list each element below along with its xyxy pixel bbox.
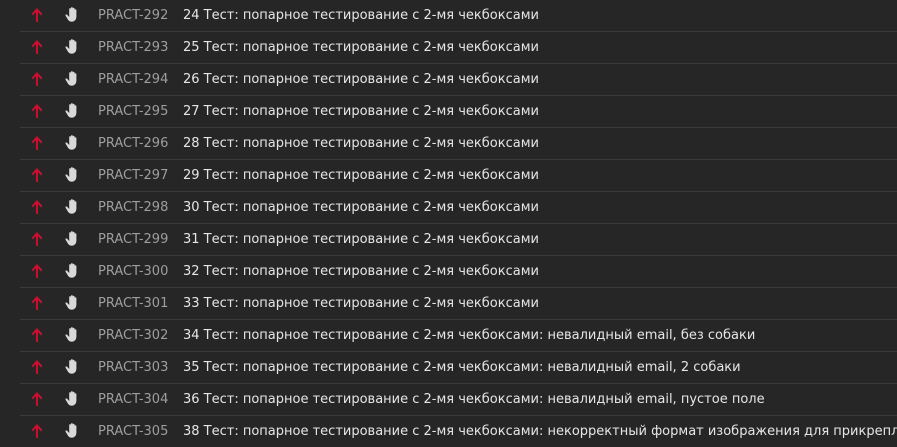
issue-title[interactable]: 35 Тест: попарное тестирование с 2-мя че… [183, 352, 741, 384]
hand-icon [64, 326, 80, 343]
hand-icon [64, 38, 80, 55]
issue-key[interactable]: PRACT-292 [98, 0, 168, 32]
hand-icon [64, 6, 80, 23]
arrow-up-icon [30, 295, 44, 311]
issue-title[interactable]: 32 Тест: попарное тестирование с 2-мя че… [183, 256, 539, 288]
arrow-up-icon [30, 135, 44, 151]
issue-row[interactable]: PRACT-292 24 Тест: попарное тестирование… [20, 0, 897, 32]
issue-title[interactable]: 24 Тест: попарное тестирование с 2-мя че… [183, 0, 539, 32]
issue-key[interactable]: PRACT-304 [98, 384, 168, 416]
issue-title[interactable]: 25 Тест: попарное тестирование с 2-мя че… [183, 32, 539, 64]
issue-row[interactable]: PRACT-299 31 Тест: попарное тестирование… [20, 224, 897, 256]
issue-row[interactable]: PRACT-300 32 Тест: попарное тестирование… [20, 256, 897, 288]
issue-title[interactable]: 26 Тест: попарное тестирование с 2-мя че… [183, 64, 539, 96]
hand-icon [64, 294, 80, 311]
issue-key[interactable]: PRACT-295 [98, 96, 168, 128]
issue-title[interactable]: 34 Тест: попарное тестирование с 2-мя че… [183, 320, 755, 352]
hand-icon [64, 358, 80, 375]
issue-row[interactable]: PRACT-294 26 Тест: попарное тестирование… [20, 64, 897, 96]
hand-icon [64, 230, 80, 247]
issue-row[interactable]: PRACT-295 27 Тест: попарное тестирование… [20, 96, 897, 128]
arrow-up-icon [30, 39, 44, 55]
issue-title[interactable]: 33 Тест: попарное тестирование с 2-мя че… [183, 288, 539, 320]
issue-title[interactable]: 28 Тест: попарное тестирование с 2-мя че… [183, 128, 539, 160]
arrow-up-icon [30, 327, 44, 343]
issue-row[interactable]: PRACT-293 25 Тест: попарное тестирование… [20, 32, 897, 64]
issue-key[interactable]: PRACT-303 [98, 352, 168, 384]
issue-key[interactable]: PRACT-300 [98, 256, 168, 288]
issue-key[interactable]: PRACT-305 [98, 416, 168, 447]
arrow-up-icon [30, 359, 44, 375]
arrow-up-icon [30, 391, 44, 407]
issue-title[interactable]: 31 Тест: попарное тестирование с 2-мя че… [183, 224, 539, 256]
issue-key[interactable]: PRACT-299 [98, 224, 168, 256]
arrow-up-icon [30, 263, 44, 279]
arrow-up-icon [30, 231, 44, 247]
arrow-up-icon [30, 199, 44, 215]
arrow-up-icon [30, 167, 44, 183]
hand-icon [64, 198, 80, 215]
hand-icon [64, 390, 80, 407]
hand-icon [64, 70, 80, 87]
hand-icon [64, 102, 80, 119]
issue-row[interactable]: PRACT-305 38 Тест: попарное тестирование… [20, 416, 897, 447]
arrow-up-icon [30, 7, 44, 23]
issue-title[interactable]: 38 Тест: попарное тестирование с 2-мя че… [183, 416, 897, 447]
issue-row[interactable]: PRACT-296 28 Тест: попарное тестирование… [20, 128, 897, 160]
issue-title[interactable]: 29 Тест: попарное тестирование с 2-мя че… [183, 160, 539, 192]
issue-key[interactable]: PRACT-302 [98, 320, 168, 352]
issue-title[interactable]: 36 Тест: попарное тестирование с 2-мя че… [183, 384, 765, 416]
arrow-up-icon [30, 103, 44, 119]
issue-key[interactable]: PRACT-298 [98, 192, 168, 224]
issue-row[interactable]: PRACT-297 29 Тест: попарное тестирование… [20, 160, 897, 192]
issue-row[interactable]: PRACT-304 36 Тест: попарное тестирование… [20, 384, 897, 416]
issue-list: PRACT-292 24 Тест: попарное тестирование… [0, 0, 897, 447]
issue-row[interactable]: PRACT-298 30 Тест: попарное тестирование… [20, 192, 897, 224]
issue-key[interactable]: PRACT-301 [98, 288, 168, 320]
issue-key[interactable]: PRACT-297 [98, 160, 168, 192]
issue-key[interactable]: PRACT-296 [98, 128, 168, 160]
issue-row[interactable]: PRACT-303 35 Тест: попарное тестирование… [20, 352, 897, 384]
hand-icon [64, 262, 80, 279]
hand-icon [64, 422, 80, 439]
issue-row[interactable]: PRACT-302 34 Тест: попарное тестирование… [20, 320, 897, 352]
issue-row[interactable]: PRACT-301 33 Тест: попарное тестирование… [20, 288, 897, 320]
issue-title[interactable]: 30 Тест: попарное тестирование с 2-мя че… [183, 192, 539, 224]
issue-title[interactable]: 27 Тест: попарное тестирование с 2-мя че… [183, 96, 539, 128]
arrow-up-icon [30, 71, 44, 87]
issue-key[interactable]: PRACT-294 [98, 64, 168, 96]
hand-icon [64, 166, 80, 183]
issue-key[interactable]: PRACT-293 [98, 32, 168, 64]
arrow-up-icon [30, 423, 44, 439]
hand-icon [64, 134, 80, 151]
